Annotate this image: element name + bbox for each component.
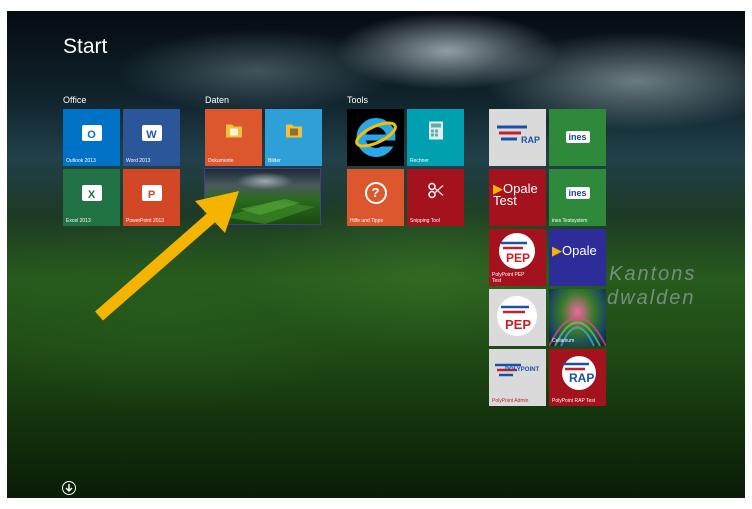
all-apps-button[interactable] (62, 481, 76, 495)
annotation-arrow-icon (95, 191, 239, 321)
down-arrow-circle-icon (65, 484, 73, 493)
start-screen: Start Office Daten Tools O Outlook 2013 … (7, 11, 745, 498)
